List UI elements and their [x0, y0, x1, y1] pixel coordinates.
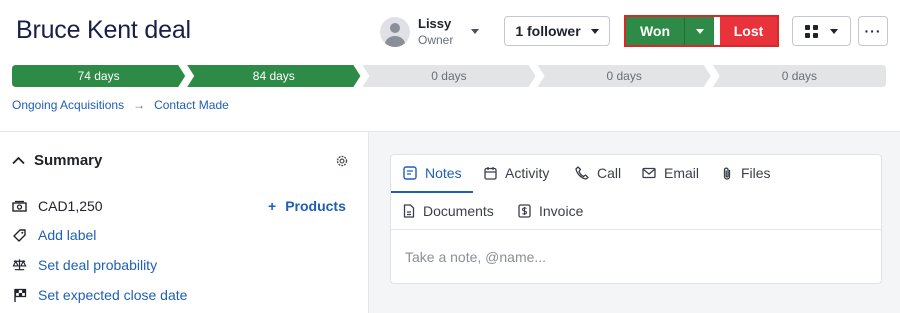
document-icon	[403, 204, 415, 218]
grid-icon	[805, 24, 818, 38]
owner-name: Lissy	[418, 16, 452, 31]
tab-label: Documents	[423, 203, 494, 219]
tab-activity[interactable]: Activity	[484, 155, 549, 191]
add-label-row[interactable]: Add label	[12, 227, 96, 243]
summary-title: Summary	[34, 152, 103, 169]
avatar	[380, 17, 410, 47]
deal-value[interactable]: CAD1,250	[38, 198, 103, 214]
follower-label: 1 follower	[515, 23, 581, 39]
flag-icon	[12, 288, 27, 303]
owner-selector[interactable]: Lissy Owner	[380, 14, 490, 50]
pipeline-stage-label: 0 days	[606, 69, 642, 83]
breadcrumb-stage[interactable]: Contact Made	[154, 98, 229, 112]
chevron-up-icon	[12, 156, 25, 165]
won-options-button[interactable]	[684, 17, 714, 45]
view-switcher-button[interactable]	[792, 16, 851, 46]
deal-value-row: CAD1,250	[12, 198, 103, 214]
tab-notes[interactable]: Notes	[403, 155, 462, 191]
pipeline-stage-label: 74 days	[77, 69, 120, 83]
tab-label: Files	[741, 165, 771, 181]
chevron-down-icon	[830, 28, 838, 34]
products-label: Products	[285, 198, 346, 214]
summary-toggle[interactable]: Summary	[12, 152, 102, 169]
money-icon	[12, 199, 27, 214]
envelope-icon	[642, 167, 656, 179]
follower-button[interactable]: 1 follower	[504, 16, 610, 46]
add-label-link[interactable]: Add label	[38, 227, 96, 243]
scale-icon	[12, 258, 27, 273]
set-close-date-link[interactable]: Set expected close date	[38, 287, 187, 303]
tab-label: Call	[597, 165, 622, 181]
notes-icon	[403, 166, 417, 180]
tab-files[interactable]: Files	[721, 155, 771, 191]
breadcrumb: Ongoing Acquisitions → Contact Made	[12, 98, 229, 112]
activity-card: Notes Activity Call Email Files Document…	[390, 154, 882, 284]
calendar-icon	[484, 167, 497, 180]
breadcrumb-pipeline[interactable]: Ongoing Acquisitions	[12, 98, 124, 112]
probability-row[interactable]: Set deal probability	[12, 257, 157, 273]
pipeline-stage-label: 0 days	[781, 69, 818, 83]
plus-icon: +	[268, 198, 277, 214]
chevron-down-icon	[695, 28, 704, 34]
divider	[391, 229, 881, 230]
invoice-icon	[518, 204, 531, 218]
gear-icon[interactable]	[335, 154, 349, 168]
won-button[interactable]: Won	[626, 17, 684, 45]
tab-email[interactable]: Email	[642, 155, 699, 191]
breadcrumb-separator: →	[133, 98, 146, 112]
deal-title[interactable]: Bruce Kent deal	[16, 16, 191, 45]
phone-icon	[575, 166, 589, 180]
note-input[interactable]: Take a note, @name...	[405, 249, 546, 265]
owner-role: Owner	[418, 33, 454, 47]
paperclip-icon	[723, 167, 731, 180]
tab-call[interactable]: Call	[575, 155, 621, 191]
lost-button[interactable]: Lost	[720, 17, 777, 45]
tab-label: Notes	[425, 165, 462, 181]
pipeline-stage-label: 84 days	[252, 69, 295, 83]
tab-label: Invoice	[539, 203, 584, 219]
tab-invoice[interactable]: Invoice	[518, 193, 583, 229]
pipeline-stages: 74 days 84 days 0 days 0 days 0 days	[12, 65, 888, 87]
tab-label: Email	[664, 165, 700, 181]
close-date-row[interactable]: Set expected close date	[12, 287, 187, 303]
tag-icon	[12, 228, 27, 243]
pipeline-stage-label: 0 days	[431, 69, 467, 83]
more-actions-button[interactable]: ···	[858, 16, 888, 46]
won-lost-group: Won Lost	[624, 15, 779, 47]
chevron-down-icon	[590, 28, 599, 34]
add-products-button[interactable]: + Products	[268, 198, 346, 214]
chevron-down-icon	[471, 29, 479, 34]
tab-label: Activity	[505, 165, 550, 181]
tab-documents[interactable]: Documents	[403, 193, 494, 229]
set-probability-link[interactable]: Set deal probability	[38, 257, 157, 273]
